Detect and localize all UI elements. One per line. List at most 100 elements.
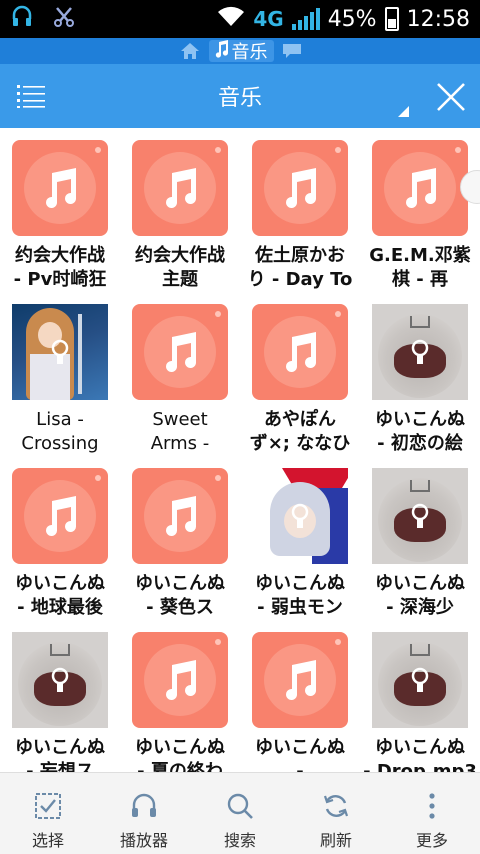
file-name-line-1: ゆいこんぬ [255, 573, 345, 594]
breadcrumb-current[interactable]: 音乐 [208, 39, 274, 63]
music-file-name: ゆいこんぬ - 初恋の絵 [362, 408, 478, 456]
file-name-line-1: あやぽん [264, 409, 336, 430]
music-grid: 约会大作战 - Pv时崎狂 约会大作战 主题 佐土原かおり - Day To G.E.M.… [0, 128, 480, 772]
music-file-thumbnail [252, 632, 348, 728]
music-file-thumbnail [372, 140, 468, 236]
music-file-thumbnail [252, 304, 348, 400]
file-name-line-2: 棋 - 再 [391, 269, 448, 290]
music-file-name: 约会大作战 主题 [122, 244, 238, 292]
more-label: 更多 [415, 831, 448, 850]
file-name-line-2: - 深海少 [386, 597, 454, 618]
file-name-line-1: G.E.M.邓紫 [369, 245, 471, 266]
music-file-item[interactable]: 约会大作战 主题 [120, 128, 240, 292]
music-note-icon [166, 168, 197, 208]
header: 音乐 [0, 64, 480, 128]
music-file-name: Sweet Arms - [122, 408, 238, 456]
battery-percent: 45% [327, 6, 377, 32]
select-checkbox-icon [35, 793, 61, 819]
file-name-line-2: - [296, 761, 304, 772]
music-file-item[interactable]: ゆいこんぬ - 深海少 [360, 456, 480, 620]
bottom-toolbar: 选择 播放器 搜索 刷新 更多 [0, 772, 480, 854]
music-file-item[interactable]: ゆいこんぬ - [240, 620, 360, 772]
search-button[interactable]: 搜索 [192, 773, 288, 854]
wifi-icon [217, 5, 245, 33]
music-file-name: ゆいこんぬ - 弱虫モン [242, 572, 358, 620]
clock: 12:58 [406, 6, 470, 32]
file-name-line-2: り - Day To [247, 269, 353, 290]
home-icon[interactable] [177, 40, 203, 62]
music-note-icon [46, 168, 77, 208]
music-file-item[interactable]: ゆいこんぬ - 葵色ス [120, 456, 240, 620]
file-name-line-2: 主题 [162, 269, 198, 290]
more-button[interactable]: 更多 [384, 773, 480, 854]
music-file-name: ゆいこんぬ - 妄想ス [2, 736, 118, 772]
menu-button[interactable] [0, 64, 64, 128]
refresh-icon [323, 795, 349, 817]
music-file-thumbnail [132, 468, 228, 564]
music-file-name: ゆいこんぬ - 葵色ス [122, 572, 238, 620]
file-name-line-1: Sweet [152, 409, 208, 430]
music-file-name: ゆいこんぬ - 地球最後 [2, 572, 118, 620]
album-art-thumbnail [372, 304, 468, 400]
music-file-item[interactable]: ゆいこんぬ - 弱虫モン [240, 456, 360, 620]
file-name-line-1: ゆいこんぬ [375, 737, 465, 758]
file-name-line-2: - 妄想ス [26, 761, 94, 772]
list-menu-icon [17, 85, 45, 108]
dropdown-indicator-icon[interactable] [398, 106, 409, 117]
file-name-line-2: - Drop.mp3 [363, 761, 477, 772]
file-name-line-1: ゆいこんぬ [15, 573, 105, 594]
music-file-thumbnail [252, 140, 348, 236]
music-file-item[interactable]: ゆいこんぬ - 初恋の絵 [360, 292, 480, 456]
music-file-name: ゆいこんぬ - 深海少 [362, 572, 478, 620]
audio-file-overlay-icon [51, 339, 69, 364]
search-icon [227, 793, 253, 819]
close-button[interactable] [434, 80, 468, 114]
music-file-item[interactable]: ゆいこんぬ - 妄想ス [0, 620, 120, 772]
close-icon [437, 83, 465, 111]
file-name-line-2: Crossing [21, 433, 99, 454]
select-button[interactable]: 选择 [0, 773, 96, 854]
music-file-thumbnail [132, 304, 228, 400]
music-file-thumbnail [132, 632, 228, 728]
file-name-line-1: 约会大作战 [15, 245, 105, 266]
file-name-line-2: - 弱虫モン [257, 597, 343, 618]
music-file-item[interactable]: ゆいこんぬ - Drop.mp3 [360, 620, 480, 772]
file-name-line-1: ゆいこんぬ [135, 573, 225, 594]
music-file-item[interactable]: 佐土原かおり - Day To [240, 128, 360, 292]
refresh-button[interactable]: 刷新 [288, 773, 384, 854]
music-file-item[interactable]: ゆいこんぬ - 夏の終わ [120, 620, 240, 772]
music-file-item[interactable]: あやぽんず×; ななひ [240, 292, 360, 456]
music-file-thumbnail [12, 468, 108, 564]
music-file-item[interactable]: 约会大作战 - Pv时崎狂 [0, 128, 120, 292]
music-file-item[interactable]: Sweet Arms - [120, 292, 240, 456]
signal-icon [291, 8, 320, 30]
battery-icon [384, 7, 399, 31]
music-file-name: ゆいこんぬ - [242, 736, 358, 772]
network-type: 4G [253, 7, 284, 31]
audio-file-overlay-icon [411, 339, 429, 364]
file-name-line-2: ず×; ななひ [249, 433, 351, 454]
file-name-line-1: 约会大作战 [135, 245, 225, 266]
music-file-item[interactable]: ゆいこんぬ - 地球最後 [0, 456, 120, 620]
file-name-line-2: Arms - [150, 433, 210, 454]
player-button[interactable]: 播放器 [96, 773, 192, 854]
search-label: 搜索 [223, 831, 256, 850]
headphones-icon [132, 793, 156, 817]
music-file-name: ゆいこんぬ - 夏の終わ [122, 736, 238, 772]
headset-notification-icon [10, 5, 34, 33]
music-note-icon [215, 39, 229, 63]
file-name-line-1: ゆいこんぬ [15, 737, 105, 758]
music-file-item[interactable]: G.E.M.邓紫棋 - 再 [360, 128, 480, 292]
file-name-line-1: ゆいこんぬ [255, 737, 345, 758]
music-note-icon [286, 660, 317, 700]
music-file-item[interactable]: Lisa - Crossing [0, 292, 120, 456]
audio-file-overlay-icon [411, 667, 429, 692]
chat-icon[interactable] [280, 40, 304, 62]
music-file-name: Lisa - Crossing [2, 408, 118, 456]
music-file-thumbnail [132, 140, 228, 236]
music-file-thumbnail [12, 140, 108, 236]
breadcrumb-current-label: 音乐 [231, 42, 268, 63]
music-note-icon [286, 332, 317, 372]
file-name-line-1: Lisa - [36, 409, 84, 430]
music-file-name: 佐土原かおり - Day To [242, 244, 358, 292]
